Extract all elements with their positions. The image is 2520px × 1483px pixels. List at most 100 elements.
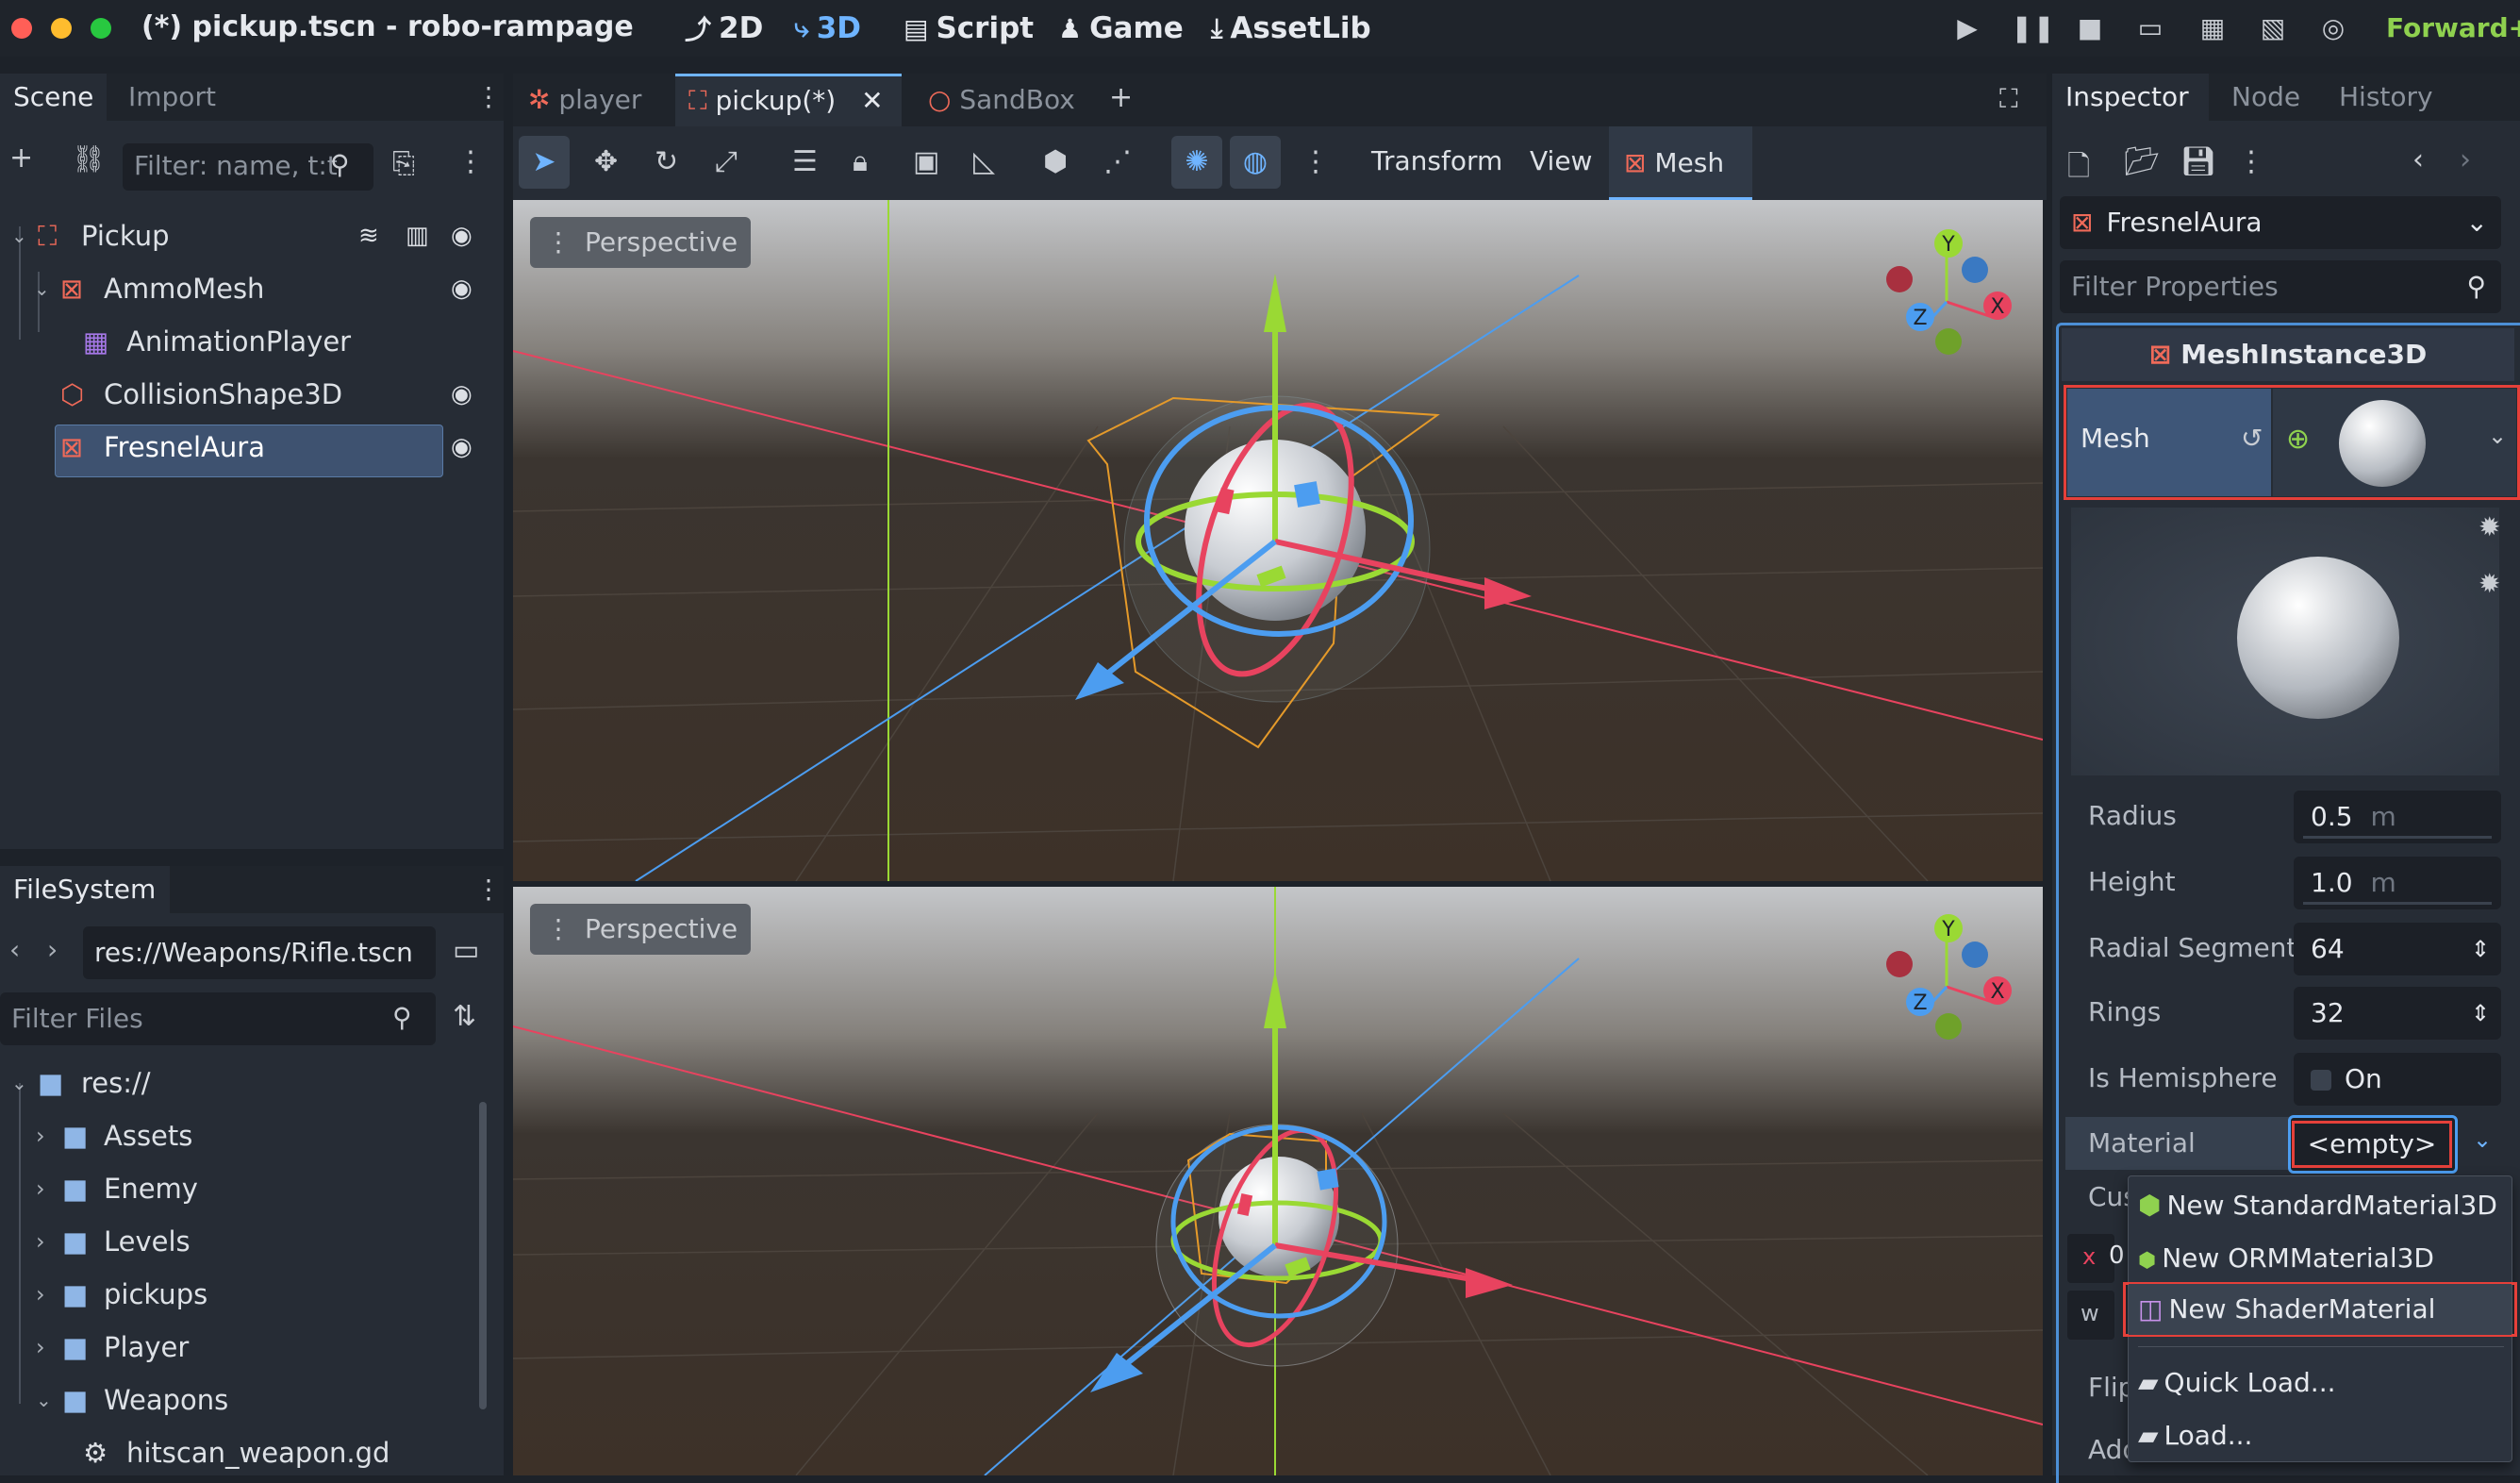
radius-slider[interactable] <box>2303 836 2492 839</box>
link-icon[interactable]: ⛓ <box>72 143 106 175</box>
perspective-menu-top[interactable]: ⋮ Perspective <box>530 217 752 268</box>
radial-segment-field[interactable]: 64 ⇕ <box>2294 923 2501 975</box>
add-node-icon[interactable]: + <box>9 142 33 175</box>
chevron-down-icon[interactable]: ⌄ <box>34 262 50 315</box>
chevron-right-icon[interactable]: › <box>36 1215 45 1268</box>
tab-inspector[interactable]: Inspector <box>2052 74 2209 121</box>
layout-toggle-icon[interactable]: ▭ <box>453 934 479 967</box>
dock-menu-icon[interactable]: ⋮ <box>475 81 502 112</box>
fs-item-folder[interactable]: › ■ Assets <box>0 1109 472 1162</box>
menu-new-orm-material[interactable]: ⬢ New ORMMaterial3D <box>2129 1233 2512 1284</box>
filter-properties-input[interactable]: Filter Properties ⚲ <box>2060 260 2501 313</box>
perspective-menu-bottom[interactable]: ⋮ Perspective <box>530 904 752 955</box>
movie-maker-button[interactable]: ◎ <box>2314 11 2352 45</box>
path-field[interactable]: res://Weapons/Rifle.tscn <box>83 926 436 979</box>
back-icon[interactable]: ‹ <box>9 934 20 965</box>
w-input-bg[interactable]: w <box>2067 1291 2114 1340</box>
plane-handle-z[interactable] <box>1317 1168 1339 1191</box>
save-icon[interactable]: 💾︎ <box>2180 145 2216 178</box>
forward-icon[interactable]: › <box>47 934 58 965</box>
local-space-icon[interactable]: ⬢ <box>1043 145 1068 178</box>
tab-import[interactable]: Import <box>115 74 229 121</box>
move-mode-icon[interactable]: ✥ <box>594 145 618 178</box>
group-icon[interactable]: ▣ <box>913 145 939 178</box>
tree-item-collisionshape3d[interactable]: ⬡ CollisionShape3D ◉ <box>0 368 504 421</box>
close-window-button[interactable] <box>11 18 32 39</box>
dock-menu-icon[interactable]: ⋮ <box>475 874 502 905</box>
chevron-down-icon[interactable]: ⌄ <box>11 1057 27 1109</box>
tab-scene[interactable]: Scene <box>0 74 108 121</box>
chevron-right-icon[interactable]: › <box>36 1321 45 1374</box>
stop-button[interactable]: ■ <box>2071 11 2109 45</box>
fs-item-root[interactable]: ⌄ ■ res:// <box>0 1057 472 1109</box>
tree-item-animationplayer[interactable]: ▦ AnimationPlayer <box>0 315 504 368</box>
filter-files-input[interactable]: Filter Files <box>0 992 436 1045</box>
sun-preview-icon[interactable]: ✺ <box>1171 136 1222 189</box>
view-gizmo-neg-z[interactable] <box>1962 257 1988 283</box>
light-two-icon[interactable]: ✹ <box>2479 568 2500 599</box>
scale-mode-icon[interactable]: ⤢ <box>715 145 738 178</box>
script-icon[interactable]: ▥ <box>406 209 429 262</box>
visibility-eye-icon[interactable]: ◉ <box>451 421 472 474</box>
select-mode-icon[interactable]: ➤ <box>519 136 570 189</box>
environment-preview-icon[interactable]: ◍ <box>1230 136 1281 189</box>
history-back-icon[interactable]: ‹ <box>2412 143 2424 176</box>
fs-item-folder[interactable]: › ■ Levels <box>0 1215 472 1268</box>
mesh-menu[interactable]: ⊠ Mesh <box>1609 126 1752 200</box>
view-gizmo-neg-y[interactable] <box>1935 1013 1962 1040</box>
x-input-bg[interactable]: x 0 <box>2067 1234 2125 1283</box>
list-select-icon[interactable]: ☰ <box>792 145 818 178</box>
remote-debug-button[interactable]: ▭ <box>2131 11 2169 45</box>
rings-field[interactable]: 32 ⇕ <box>2294 987 2501 1040</box>
plane-handle-z[interactable] <box>1294 481 1320 508</box>
tree-item-fresnelaura[interactable]: ⊠ FresnelAura ◉ <box>0 421 504 474</box>
tree-item-pickup[interactable]: ⌄ ⛶ Pickup ≋ ▥ ◉ <box>0 209 504 262</box>
history-forward-icon[interactable]: › <box>2460 143 2471 176</box>
open-folder-icon[interactable]: 📂︎ <box>2124 145 2160 178</box>
chevron-down-icon[interactable]: ⌄ <box>2488 423 2507 449</box>
new-resource-icon[interactable]: 🗋︎ <box>2067 145 2090 193</box>
view-gizmo-neg-x[interactable] <box>1886 266 1913 292</box>
view-gizmo-neg-x[interactable] <box>1886 951 1913 977</box>
pause-button[interactable]: ❚❚ <box>2011 11 2055 45</box>
play-button[interactable]: ▶ <box>1948 11 1986 45</box>
viewport-top-canvas[interactable]: Y X Z <box>513 200 2043 881</box>
workspace-3d-button[interactable]: ⤷ 3D <box>794 9 861 47</box>
minimize-window-button[interactable] <box>51 18 72 39</box>
spinner-icon[interactable]: ⇕ <box>2471 987 2490 1040</box>
viewport-bottom[interactable]: Y X Z ⋮ Perspective <box>513 887 2043 1475</box>
revert-icon[interactable]: ↺ <box>2241 423 2263 454</box>
viewport-bottom-canvas[interactable]: Y X Z <box>513 887 2043 1475</box>
scrollbar[interactable] <box>479 1102 487 1409</box>
chevron-right-icon[interactable]: › <box>36 1109 45 1162</box>
play-custom-scene-button[interactable]: ▧ <box>2254 11 2292 45</box>
visibility-eye-icon[interactable]: ◉ <box>451 209 472 262</box>
more-options-icon[interactable]: ⋮ <box>1301 145 1330 178</box>
workspace-script-button[interactable]: ▤ Script <box>904 9 1034 47</box>
viewport-top[interactable]: Y X Z ⋮ Perspective <box>513 200 2043 881</box>
workspace-2d-button[interactable]: ⤴ 2D <box>685 9 763 47</box>
attach-script-icon[interactable]: ⎘ <box>392 147 415 180</box>
lock-icon[interactable]: 🔒︎ <box>853 145 868 178</box>
chevron-down-icon[interactable]: ⌄ <box>11 209 27 262</box>
tree-item-ammomesh[interactable]: ⌄ ⊠ AmmoMesh ◉ <box>0 262 504 315</box>
close-tab-icon[interactable]: ✕ <box>861 85 883 116</box>
view-gizmo-neg-z[interactable] <box>1962 941 1988 968</box>
menu-load[interactable]: ▰ Load... <box>2129 1410 2512 1461</box>
maximize-window-button[interactable] <box>91 18 111 39</box>
is-hemisphere-checkbox[interactable]: On <box>2294 1053 2501 1106</box>
workspace-assetlib-button[interactable]: ⤓ AssetLib <box>1211 9 1371 47</box>
chevron-right-icon[interactable]: › <box>36 1162 45 1215</box>
height-slider[interactable] <box>2303 902 2492 905</box>
visibility-eye-icon[interactable]: ◉ <box>451 368 472 421</box>
view-gizmo-neg-y[interactable] <box>1935 328 1962 355</box>
workspace-game-button[interactable]: ♟ Game <box>1058 9 1184 47</box>
menu-new-shader-material[interactable]: ◫ New ShaderMaterial <box>2129 1284 2512 1335</box>
add-tab-icon[interactable]: + <box>1109 81 1133 114</box>
visibility-eye-icon[interactable]: ◉ <box>451 262 472 315</box>
spinner-icon[interactable]: ⇕ <box>2471 923 2490 975</box>
tab-sandbox[interactable]: ○ SandBox <box>915 74 1094 126</box>
tab-player[interactable]: ✲ player <box>513 74 662 126</box>
play-scene-button[interactable]: ▦ <box>2194 11 2231 45</box>
fs-item-file[interactable]: ⚙ hitscan_weapon.gd <box>0 1426 472 1479</box>
